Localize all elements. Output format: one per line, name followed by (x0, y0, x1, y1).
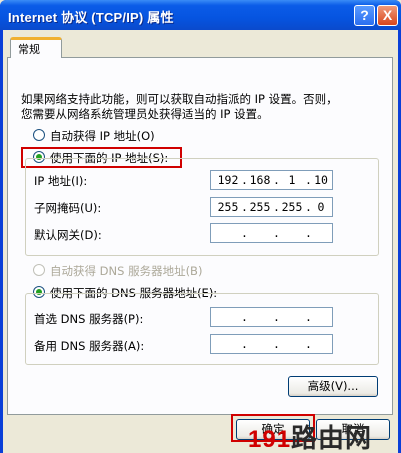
ip-octet-1: 192 (217, 173, 239, 187)
alternate-dns-input[interactable]: ... (210, 334, 333, 354)
preferred-dns-input[interactable]: ... (210, 307, 333, 327)
tab-general[interactable]: 常规 (10, 37, 62, 58)
titlebar[interactable]: Internet 协议 (TCP/IP) 属性 ? X (0, 0, 401, 30)
ip-octet-4: 10 (314, 173, 328, 187)
default-gateway-input[interactable]: ... (210, 223, 333, 243)
auto-dns-radio (33, 264, 45, 276)
default-gateway-label: 默认网关(D): (34, 228, 102, 242)
help-button[interactable]: ? (354, 5, 375, 26)
description-text: 如果网络支持此功能，则可以获取自动指派的 IP 设置。否则， 您需要从网络系统管… (21, 92, 371, 122)
description-line-2: 您需要从网络系统管理员处获得适当的 IP 设置。 (21, 107, 269, 121)
dialog-window: Internet 协议 (TCP/IP) 属性 ? X 常规 如果网络支持此功能… (0, 0, 401, 453)
mask-octet-3: 255 (281, 200, 303, 214)
subnet-mask-input[interactable]: 255. 255. 255. 0 (210, 197, 333, 217)
watermark-text: 路由网 (291, 423, 373, 453)
preferred-dns-label: 首选 DNS 服务器(P): (34, 312, 144, 326)
subnet-mask-label: 子网掩码(U): (34, 201, 102, 215)
mask-octet-2: 255 (249, 200, 271, 214)
auto-ip-radio[interactable] (33, 129, 45, 141)
ip-address-label: IP 地址(I): (34, 174, 88, 188)
dialog-client: 常规 如果网络支持此功能，则可以获取自动指派的 IP 设置。否则， 您需要从网络… (3, 30, 398, 453)
watermark-logo: 191路由网 (248, 418, 372, 453)
ip-octet-2: 168 (249, 173, 271, 187)
window-title: Internet 协议 (TCP/IP) 属性 (8, 10, 174, 25)
ip-octet-3: 1 (288, 173, 296, 187)
auto-dns-label: 自动获得 DNS 服务器地址(B) (50, 264, 203, 278)
watermark-number: 191 (248, 426, 292, 453)
advanced-button[interactable]: 高级(V)... (288, 376, 378, 397)
ip-address-input[interactable]: 192. 168. 1. 10 (210, 170, 333, 190)
description-line-1: 如果网络支持此功能，则可以获取自动指派的 IP 设置。否则， (21, 92, 338, 106)
mask-octet-1: 255 (217, 200, 239, 214)
dns-settings-group (25, 293, 379, 365)
alternate-dns-label: 备用 DNS 服务器(A): (34, 339, 145, 353)
mask-octet-4: 0 (317, 200, 325, 214)
close-button[interactable]: X (377, 5, 398, 26)
auto-ip-label: 自动获得 IP 地址(O) (50, 129, 155, 143)
